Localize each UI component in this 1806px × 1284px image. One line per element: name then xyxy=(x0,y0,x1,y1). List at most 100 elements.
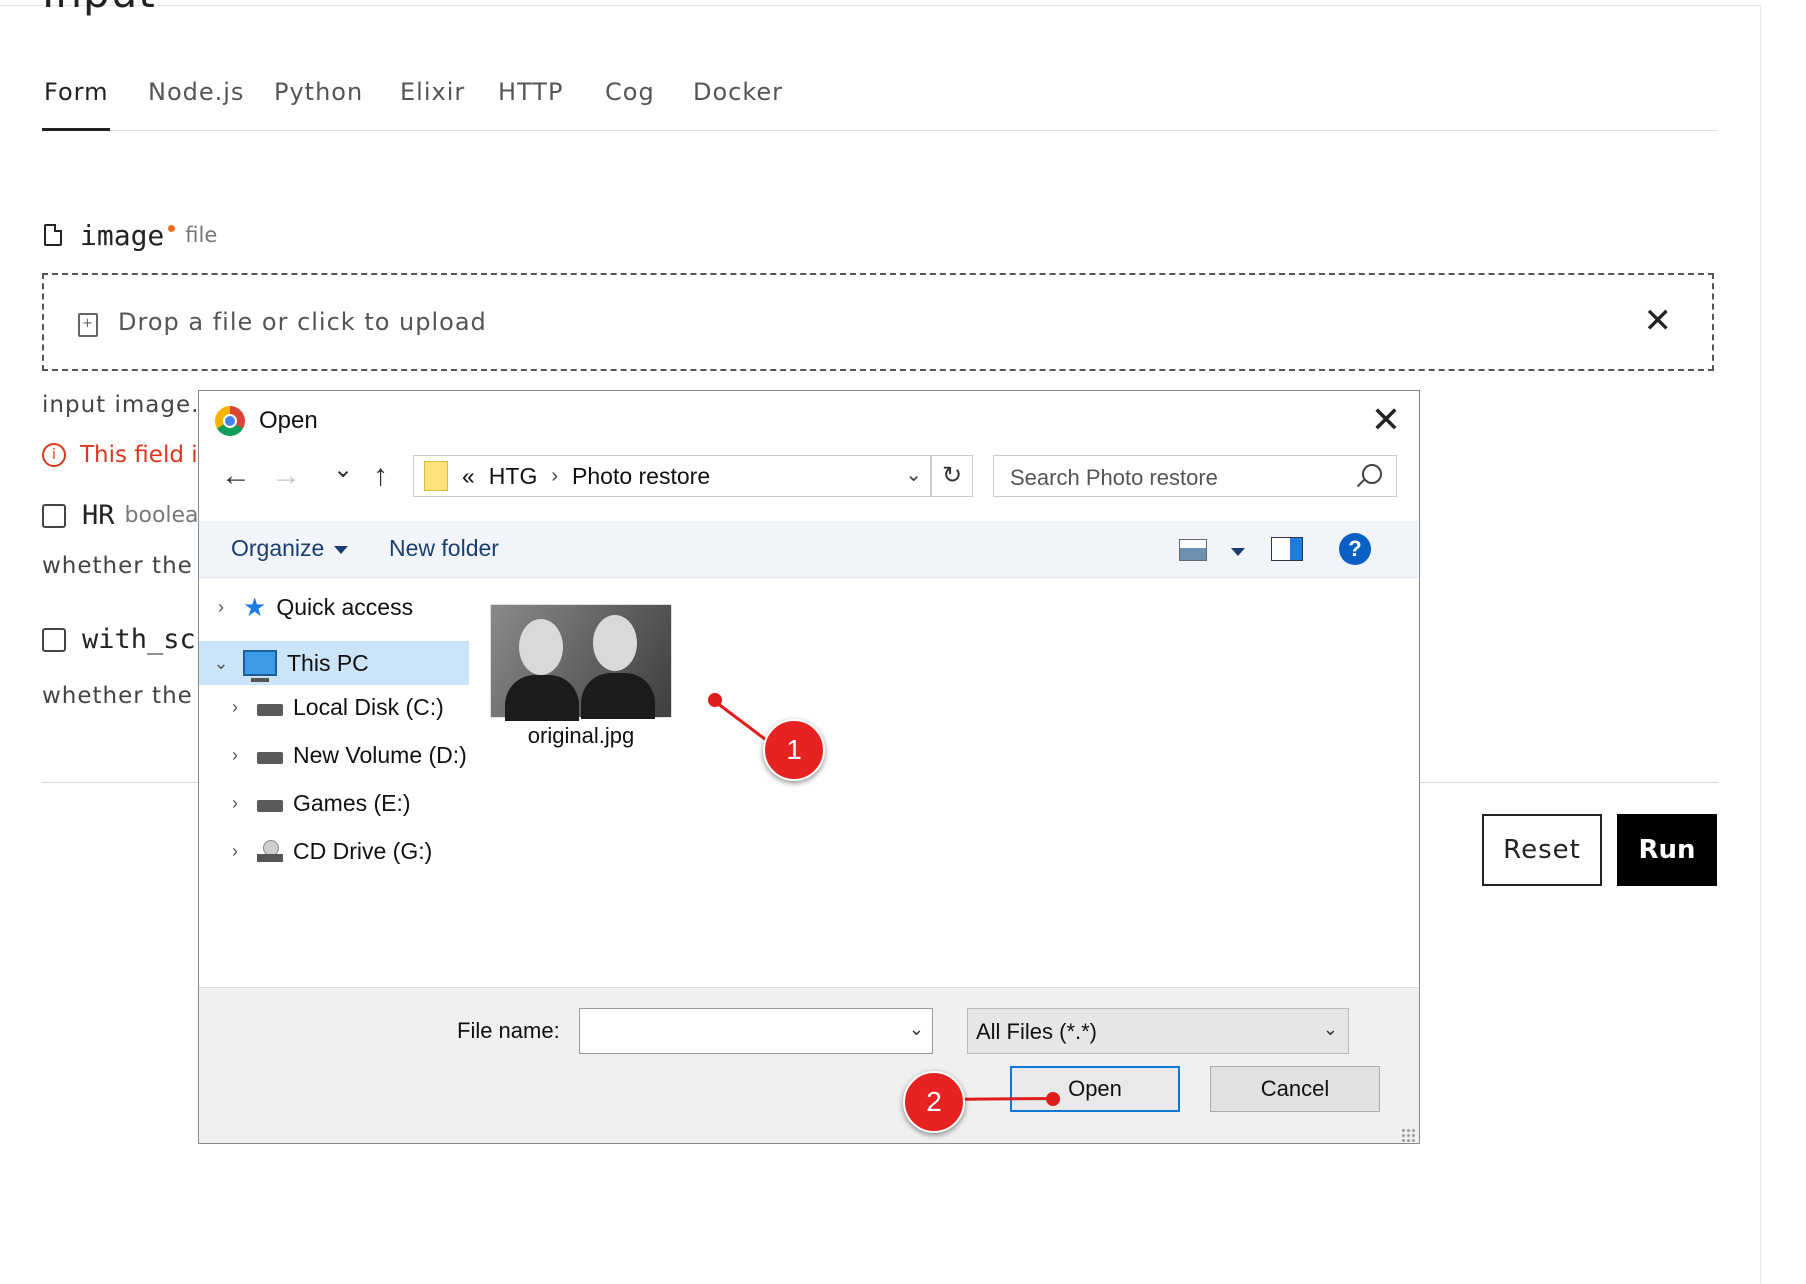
upload-file-icon xyxy=(78,313,98,337)
image-field-label: image file xyxy=(44,218,217,252)
resize-grip-icon[interactable] xyxy=(1401,1128,1415,1142)
error-icon: i xyxy=(42,443,66,467)
file-type-select[interactable]: All Files (*.*) ⌄ xyxy=(967,1008,1349,1054)
chrome-icon xyxy=(215,406,245,436)
tree-item-cd-drive-g[interactable]: › CD Drive (G:) xyxy=(223,829,473,873)
expand-chevron-icon[interactable]: › xyxy=(223,841,247,862)
dialog-open-button[interactable]: Open xyxy=(1010,1066,1180,1112)
back-arrow-icon[interactable]: ← xyxy=(221,459,251,493)
tab-elixir[interactable]: Elixir xyxy=(400,78,465,130)
image-error-text: i This field i xyxy=(42,442,198,468)
hr-checkbox[interactable] xyxy=(42,503,66,528)
with-scale-checkbox[interactable] xyxy=(42,627,66,652)
cd-drive-icon xyxy=(257,840,283,862)
help-icon[interactable]: ? xyxy=(1339,533,1371,565)
image-field-name: image xyxy=(80,218,165,252)
tab-python[interactable]: Python xyxy=(274,78,363,130)
expand-chevron-icon[interactable]: › xyxy=(223,697,247,718)
run-button[interactable]: Run xyxy=(1617,814,1717,886)
refresh-icon[interactable]: ↻ xyxy=(931,455,973,497)
photo-face-right xyxy=(593,615,637,671)
drive-icon xyxy=(257,800,283,812)
with-scale-field-name: with_sc xyxy=(82,624,196,655)
address-dropdown-icon[interactable]: ⌄ xyxy=(905,462,922,487)
tree-item-this-pc[interactable]: ⌄ This PC xyxy=(199,641,469,685)
up-arrow-icon[interactable]: ↑ xyxy=(373,459,388,493)
file-name-label[interactable]: original.jpg xyxy=(491,723,671,749)
drive-icon xyxy=(257,752,283,764)
chevron-down-icon[interactable]: ⌄ xyxy=(909,1019,924,1040)
organize-label: Organize xyxy=(231,535,325,561)
image-field-type: file xyxy=(185,223,218,247)
expand-chevron-icon[interactable]: › xyxy=(209,597,233,618)
search-icon xyxy=(1362,464,1382,484)
file-thumbnail[interactable] xyxy=(491,605,671,721)
tab-bar: Form Node.js Python Elixir HTTP Cog Dock… xyxy=(41,78,1718,131)
photo-body-right xyxy=(581,673,655,719)
with-scale-help-text: whether the i xyxy=(42,683,209,709)
file-name-field-label: File name: xyxy=(457,1018,560,1043)
tree-item-label: This PC xyxy=(287,649,369,676)
hr-field-name: HR xyxy=(82,500,115,531)
tree-item-label: New Volume (D:) xyxy=(293,741,467,768)
computer-icon xyxy=(243,650,277,682)
tree-item-label: Quick access xyxy=(276,593,414,620)
star-icon: ★ xyxy=(243,591,267,622)
tab-docker[interactable]: Docker xyxy=(693,78,783,130)
image-help-text: input image. xyxy=(42,392,200,418)
search-input[interactable]: Search Photo restore xyxy=(993,455,1397,497)
expand-chevron-icon[interactable]: › xyxy=(223,793,247,814)
chevron-down-icon: ⌄ xyxy=(1322,1019,1338,1039)
file-name-input[interactable]: ⌄ xyxy=(579,1008,933,1054)
error-message: This field i xyxy=(80,442,198,468)
file-icon xyxy=(44,224,62,246)
address-segment-htg[interactable]: HTG xyxy=(489,463,538,490)
folder-icon xyxy=(424,461,448,491)
organize-menu[interactable]: Organize xyxy=(231,535,349,562)
search-placeholder: Search Photo restore xyxy=(1010,465,1218,490)
step-badge-2: 2 xyxy=(903,1071,965,1133)
preview-pane-icon[interactable] xyxy=(1271,537,1303,561)
tree-item-label: Local Disk (C:) xyxy=(293,693,444,720)
hr-help-text: whether the i xyxy=(42,553,209,579)
step-badge-1: 1 xyxy=(763,719,825,781)
address-bar[interactable]: « HTG › Photo restore ⌄ xyxy=(413,455,931,497)
hr-field: HR boolea xyxy=(42,500,199,531)
dialog-nav-row: ← → ⌄ ↑ « HTG › Photo restore ⌄ ↻ Search… xyxy=(199,453,1419,505)
tree-item-local-disk-c[interactable]: › Local Disk (C:) xyxy=(223,685,473,729)
callout-2-dot xyxy=(1046,1092,1060,1106)
expand-chevron-icon[interactable]: › xyxy=(223,745,247,766)
hr-field-type: boolea xyxy=(124,503,199,528)
required-indicator xyxy=(168,224,176,232)
callout-1-dot xyxy=(708,693,722,707)
change-view-icon[interactable] xyxy=(1179,539,1207,561)
dialog-toolbar: Organize New folder ? xyxy=(199,521,1419,578)
dialog-title-bar: Open ✕ xyxy=(199,391,1419,451)
forward-arrow-icon[interactable]: → xyxy=(271,459,301,493)
file-dropzone[interactable]: Drop a file or click to upload ✕ xyxy=(42,273,1714,371)
caret-down-icon xyxy=(334,545,349,554)
collapse-chevron-icon[interactable]: ⌄ xyxy=(209,653,233,674)
dialog-cancel-button[interactable]: Cancel xyxy=(1210,1066,1380,1112)
photo-body-left xyxy=(505,675,579,721)
close-icon[interactable]: ✕ xyxy=(1644,301,1673,341)
tree-item-new-volume-d[interactable]: › New Volume (D:) xyxy=(223,733,473,777)
tab-cog[interactable]: Cog xyxy=(605,78,655,130)
recent-locations-icon[interactable]: ⌄ xyxy=(333,455,353,484)
tree-item-games-e[interactable]: › Games (E:) xyxy=(223,781,473,825)
tab-form[interactable]: Form xyxy=(41,78,111,131)
tab-nodejs[interactable]: Node.js xyxy=(148,78,244,130)
address-separator: › xyxy=(551,464,559,487)
dialog-close-icon[interactable]: ✕ xyxy=(1371,399,1401,441)
reset-button[interactable]: Reset xyxy=(1482,814,1602,886)
address-prefix: « xyxy=(462,462,475,489)
tree-item-label: CD Drive (G:) xyxy=(293,837,433,864)
address-segment-photo-restore[interactable]: Photo restore xyxy=(572,463,710,490)
right-border xyxy=(1760,5,1761,1284)
new-folder-button[interactable]: New folder xyxy=(389,535,499,562)
tree-item-quick-access[interactable]: › ★ Quick access xyxy=(209,585,469,629)
tab-http[interactable]: HTTP xyxy=(498,78,563,130)
page-heading: Input xyxy=(42,0,156,17)
dropzone-text: Drop a file or click to upload xyxy=(118,308,487,336)
view-options-caret-icon[interactable] xyxy=(1231,548,1245,556)
